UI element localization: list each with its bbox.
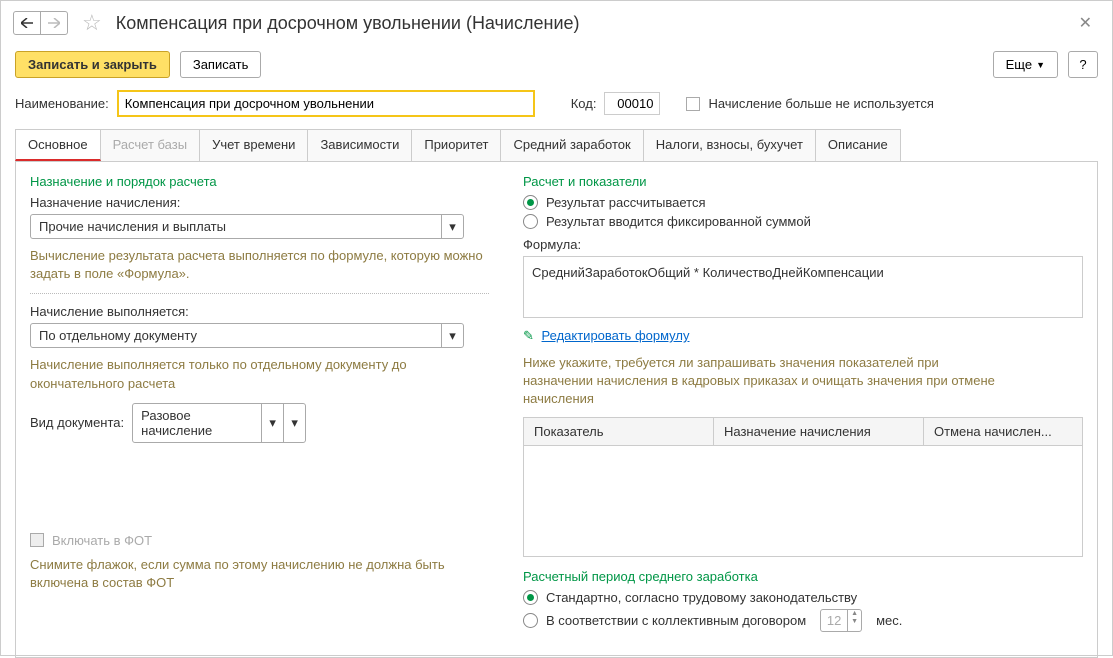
tab-tax[interactable]: Налоги, взносы, бухучет bbox=[643, 129, 816, 161]
tab-base[interactable]: Расчет базы bbox=[100, 129, 201, 161]
th-assign: Назначение начисления bbox=[714, 418, 924, 445]
not-used-checkbox[interactable] bbox=[686, 97, 700, 111]
exec-label: Начисление выполняется: bbox=[30, 304, 489, 319]
radio-fixed[interactable] bbox=[523, 214, 538, 229]
formula-box: СреднийЗаработокОбщий * КоличествоДнейКо… bbox=[523, 256, 1083, 318]
th-cancel: Отмена начислен... bbox=[924, 418, 1082, 445]
purpose-select[interactable]: Прочие начисления и выплаты ▾ bbox=[30, 214, 464, 239]
radio-calc-label: Результат рассчитывается bbox=[546, 195, 706, 210]
fot-hint: Снимите флажок, если сумма по этому начи… bbox=[30, 556, 489, 592]
clear-icon[interactable]: ▾ bbox=[283, 404, 305, 442]
radio-collective[interactable] bbox=[523, 613, 538, 628]
write-button[interactable]: Записать bbox=[180, 51, 262, 78]
name-label: Наименование: bbox=[15, 96, 109, 111]
group-purpose: Назначение и порядок расчета bbox=[30, 174, 489, 189]
months-spinner: 12 ▲ ▼ bbox=[820, 609, 862, 632]
tab-desc[interactable]: Описание bbox=[815, 129, 901, 161]
name-row: Наименование: Код: Начисление больше не … bbox=[1, 84, 1112, 123]
left-column: Назначение и порядок расчета Назначение … bbox=[30, 174, 489, 636]
tab-main[interactable]: Основное bbox=[15, 129, 101, 161]
divider bbox=[30, 293, 489, 294]
pencil-icon: ✎ bbox=[523, 328, 534, 343]
tab-time[interactable]: Учет времени bbox=[199, 129, 308, 161]
forward-button[interactable] bbox=[40, 11, 68, 35]
radio-standard[interactable] bbox=[523, 590, 538, 605]
spin-down-icon: ▼ bbox=[848, 618, 861, 626]
fot-label: Включать в ФОТ bbox=[52, 533, 152, 548]
chevron-down-icon[interactable]: ▾ bbox=[261, 404, 283, 442]
radio-collective-label: В соответствии с коллективным договором bbox=[546, 613, 806, 628]
group-period: Расчетный период среднего заработка bbox=[523, 569, 1083, 584]
favorite-icon[interactable]: ☆ bbox=[82, 10, 102, 36]
toolbar: Записать и закрыть Записать Еще ▼ ? bbox=[1, 45, 1112, 84]
more-button[interactable]: Еще ▼ bbox=[993, 51, 1058, 78]
th-indicator: Показатель bbox=[524, 418, 714, 445]
page-title: Компенсация при досрочном увольнении (На… bbox=[116, 13, 1071, 34]
radio-calculated[interactable] bbox=[523, 195, 538, 210]
edit-formula-link[interactable]: Редактировать формулу bbox=[542, 328, 690, 343]
spin-up-icon: ▲ bbox=[848, 610, 861, 618]
code-input[interactable] bbox=[604, 92, 660, 115]
group-calc: Расчет и показатели bbox=[523, 174, 1083, 189]
tab-deps[interactable]: Зависимости bbox=[307, 129, 412, 161]
help-button[interactable]: ? bbox=[1068, 51, 1098, 78]
doc-label: Вид документа: bbox=[30, 415, 124, 430]
exec-hint: Начисление выполняется только по отдельн… bbox=[30, 356, 489, 392]
months-unit: мес. bbox=[876, 613, 902, 628]
exec-select[interactable]: По отдельному документу ▾ bbox=[30, 323, 464, 348]
fot-checkbox bbox=[30, 533, 44, 547]
close-icon[interactable]: ✕ bbox=[1071, 9, 1100, 37]
radio-fixed-label: Результат вводится фиксированной суммой bbox=[546, 214, 811, 229]
back-button[interactable] bbox=[13, 11, 41, 35]
formula-label: Формула: bbox=[523, 237, 1083, 252]
chevron-down-icon[interactable]: ▾ bbox=[441, 324, 463, 347]
doc-select[interactable]: Разовое начисление ▾ ▾ bbox=[132, 403, 306, 443]
tabs: Основное Расчет базы Учет времени Зависи… bbox=[15, 129, 1098, 162]
window: ☆ Компенсация при досрочном увольнении (… bbox=[0, 0, 1113, 656]
write-close-button[interactable]: Записать и закрыть bbox=[15, 51, 170, 78]
chevron-down-icon[interactable]: ▾ bbox=[441, 215, 463, 238]
chevron-down-icon: ▼ bbox=[1036, 60, 1045, 70]
purpose-hint: Вычисление результата расчета выполняетс… bbox=[30, 247, 489, 283]
name-input[interactable] bbox=[117, 90, 535, 117]
tab-priority[interactable]: Приоритет bbox=[411, 129, 501, 161]
indicators-table: Показатель Назначение начисления Отмена … bbox=[523, 417, 1083, 557]
indicators-hint: Ниже укажите, требуется ли запрашивать з… bbox=[523, 354, 1003, 409]
right-column: Расчет и показатели Результат рассчитыва… bbox=[523, 174, 1083, 636]
not-used-label: Начисление больше не используется bbox=[708, 96, 933, 111]
purpose-label: Назначение начисления: bbox=[30, 195, 489, 210]
tab-avg[interactable]: Средний заработок bbox=[500, 129, 643, 161]
code-label: Код: bbox=[571, 96, 597, 111]
radio-standard-label: Стандартно, согласно трудовому законодат… bbox=[546, 590, 857, 605]
titlebar: ☆ Компенсация при досрочном увольнении (… bbox=[1, 1, 1112, 45]
tab-body: Назначение и порядок расчета Назначение … bbox=[15, 162, 1098, 658]
